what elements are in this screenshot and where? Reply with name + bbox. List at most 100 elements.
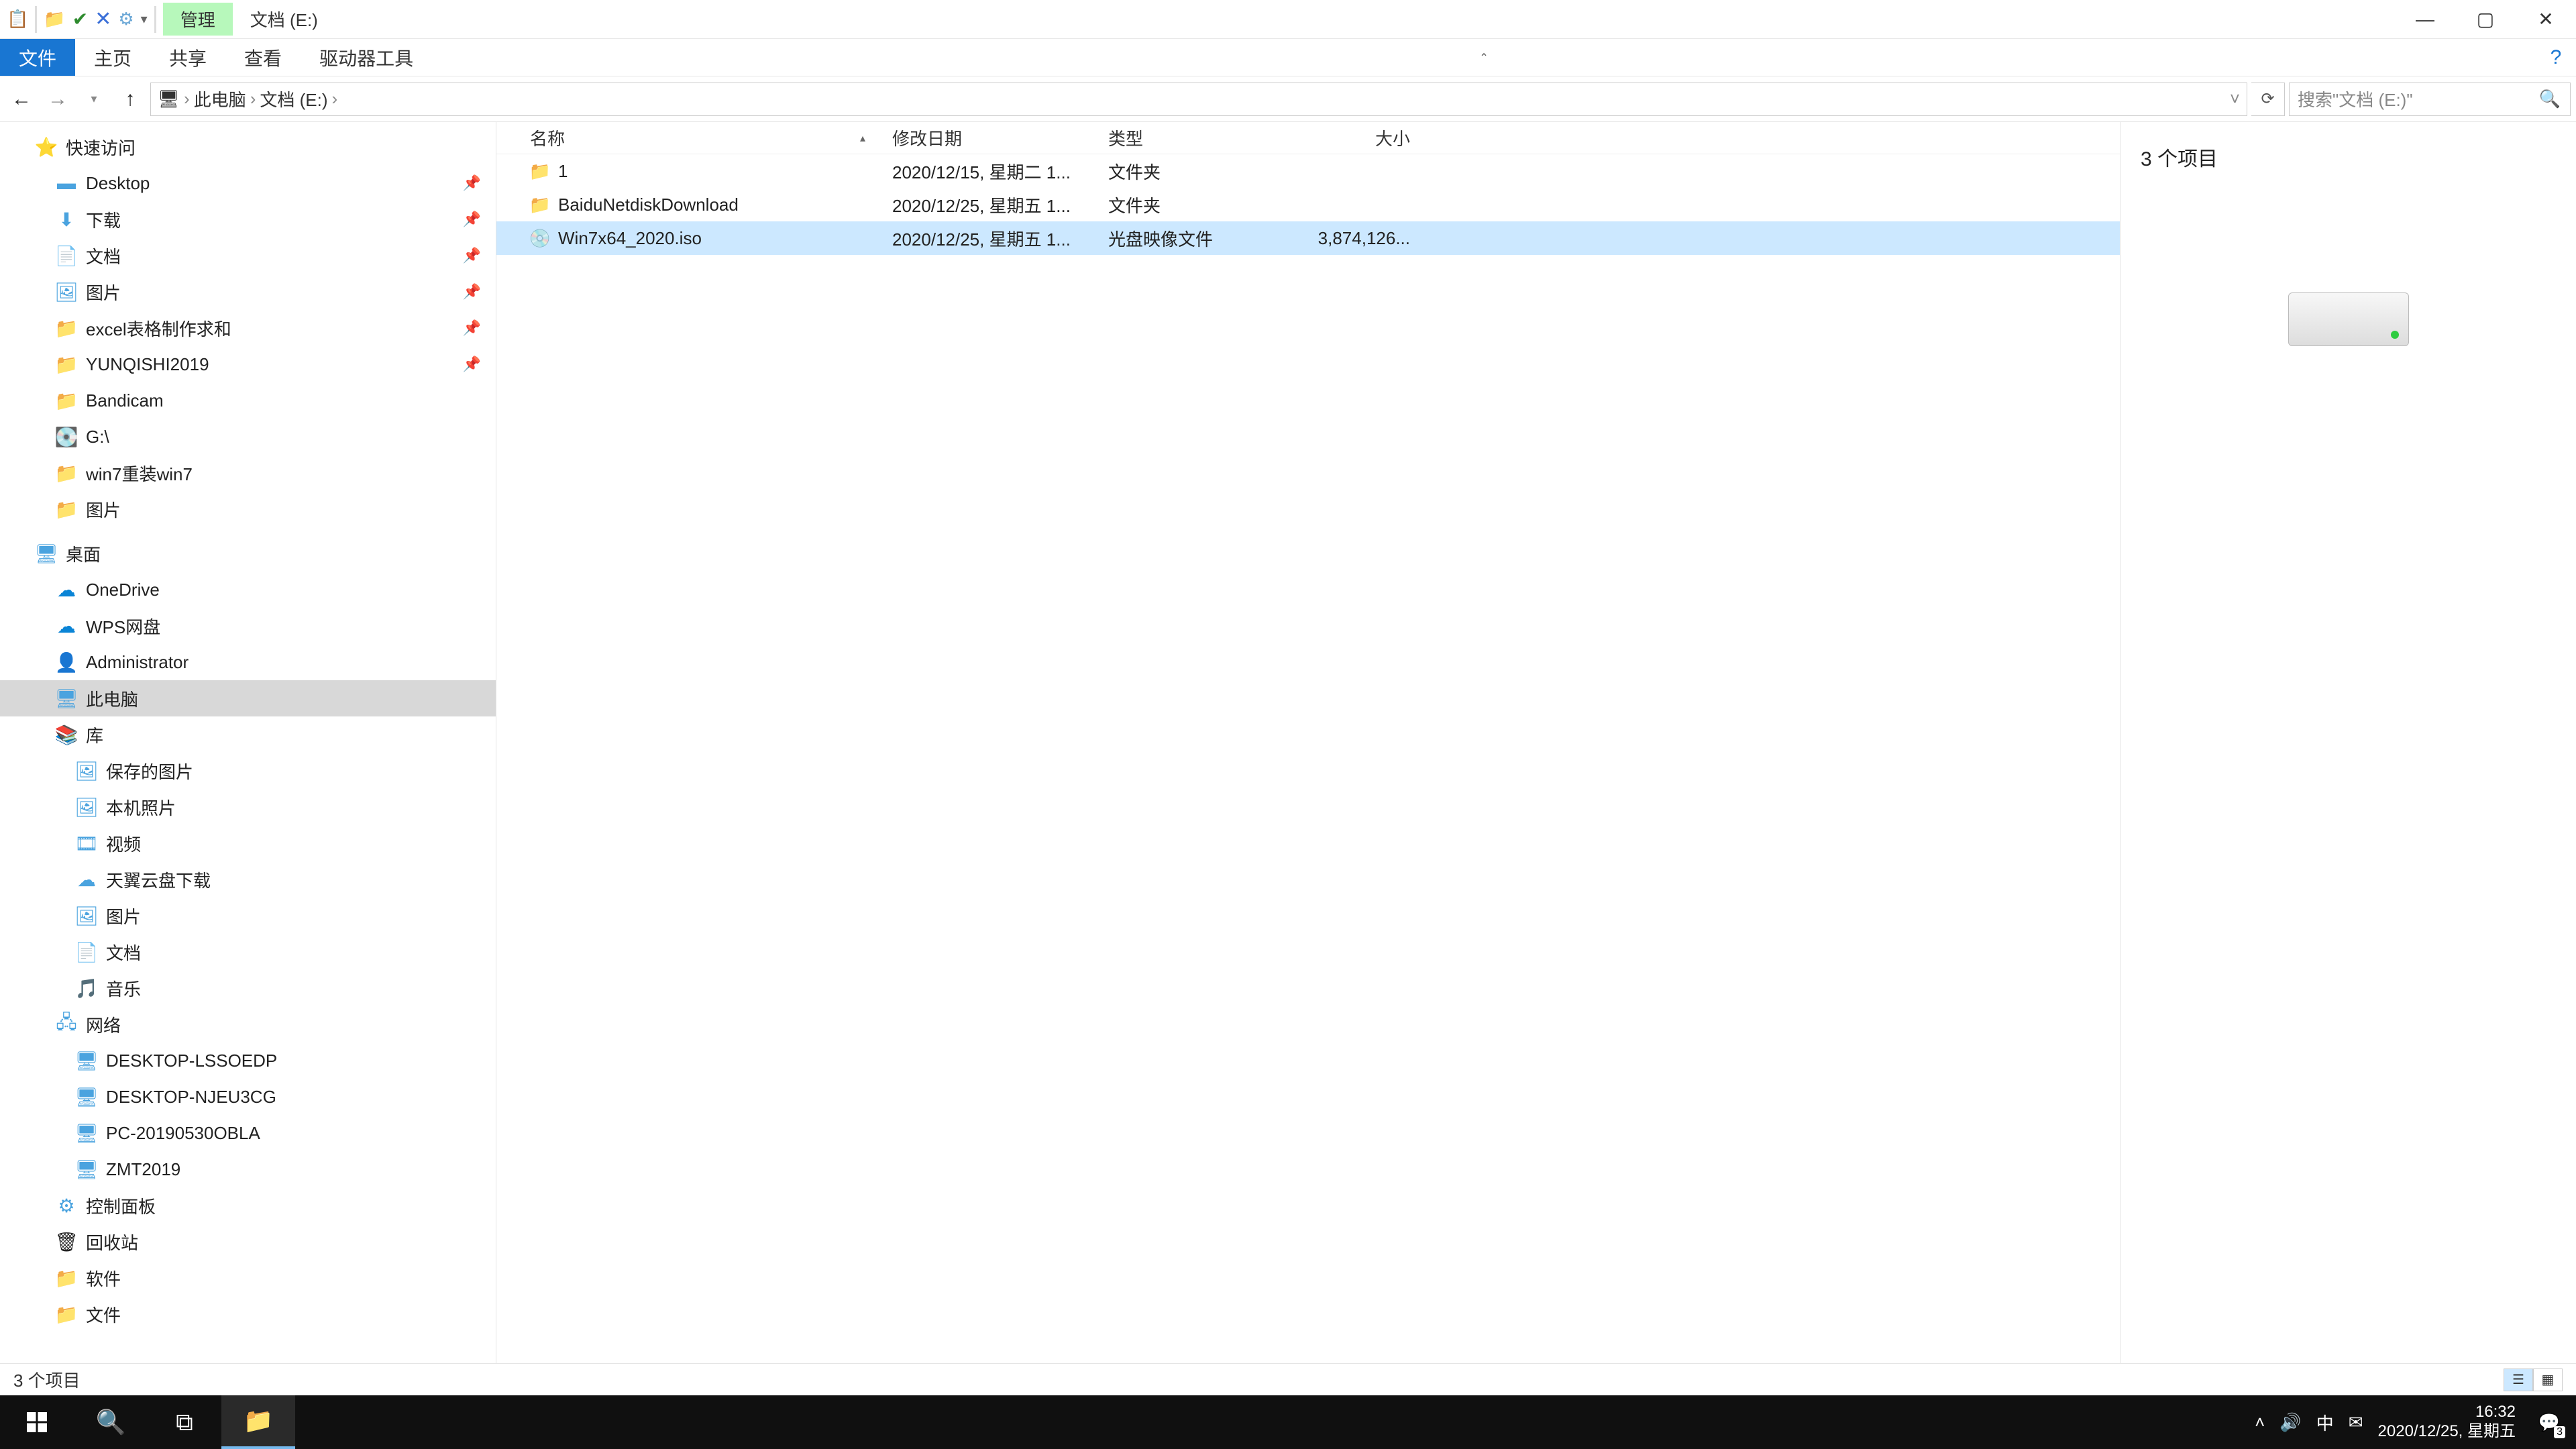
breadcrumb-drive[interactable]: 文档 (E:): [260, 87, 327, 111]
tree-downloads[interactable]: ⬇下载📌: [0, 201, 496, 237]
tree-control-panel[interactable]: ⚙控制面板: [0, 1187, 496, 1224]
recycle-icon: 🗑: [54, 1229, 79, 1254]
ribbon-tab-drivetools[interactable]: 驱动器工具: [301, 39, 432, 76]
tree-tianyi[interactable]: ☁天翼云盘下载: [0, 861, 496, 898]
recent-dropdown-icon[interactable]: ▾: [78, 83, 110, 115]
tree-desktop[interactable]: ▬Desktop📌: [0, 165, 496, 201]
volume-icon[interactable]: 🔊: [2279, 1412, 2301, 1433]
start-button[interactable]: [0, 1395, 74, 1449]
tray-chevron-up-icon[interactable]: ˄: [2255, 1412, 2265, 1433]
view-details-button[interactable]: ☰: [2504, 1368, 2533, 1391]
clock[interactable]: 16:32 2020/12/25, 星期五: [2378, 1403, 2516, 1442]
chevron-right-icon[interactable]: ›: [331, 89, 337, 109]
iso-icon: 💿: [530, 228, 550, 248]
tree-recycle[interactable]: 🗑回收站: [0, 1224, 496, 1260]
tree-docs2[interactable]: 📄文档: [0, 934, 496, 970]
tree-network[interactable]: 🖧网络: [0, 1006, 496, 1042]
tree-music[interactable]: 🎵音乐: [0, 970, 496, 1006]
drive-icon: 💽: [54, 424, 79, 449]
mail-icon[interactable]: ✉: [2349, 1412, 2363, 1433]
breadcrumb-dropdown-icon[interactable]: ˅: [2230, 89, 2240, 109]
tree-pictures2[interactable]: 📁图片: [0, 491, 496, 527]
column-header-size[interactable]: 大小: [1289, 125, 1410, 150]
ribbon-tab-share[interactable]: 共享: [150, 39, 225, 76]
tree-gdrive[interactable]: 💽 G:\: [0, 419, 496, 455]
ribbon-tab-file[interactable]: 文件: [0, 39, 75, 76]
tree-software[interactable]: 📁 软件: [0, 1260, 496, 1296]
tree-win7[interactable]: 📁win7重装win7: [0, 455, 496, 491]
column-header-type[interactable]: 类型: [1108, 125, 1289, 150]
preview-pane: 3 个项目: [2120, 122, 2576, 1363]
folder-icon: 📁: [54, 1265, 79, 1291]
navigation-tree[interactable]: ⭐快速访问 ▬Desktop📌 ⬇下载📌 📄文档📌 🖼图片📌 📁excel表格制…: [0, 122, 496, 1363]
tree-saved-pics[interactable]: 🖼保存的图片: [0, 753, 496, 789]
tree-yunqishi[interactable]: 📁YUNQISHI2019📌: [0, 346, 496, 382]
folder-icon: 📁: [54, 352, 79, 377]
file-row[interactable]: 💿Win7x64_2020.iso2020/12/25, 星期五 1...光盘映…: [496, 221, 2120, 255]
search-input[interactable]: 搜索"文档 (E:)" 🔍: [2289, 83, 2571, 116]
close-icon[interactable]: ✕: [95, 7, 111, 31]
tree-label: G:\: [86, 427, 109, 447]
folder-icon: 📁: [54, 496, 79, 522]
tree-file[interactable]: 📁文件: [0, 1296, 496, 1332]
file-row[interactable]: 📁12020/12/15, 星期二 1...文件夹: [496, 154, 2120, 188]
library-icon: 📚: [54, 722, 79, 747]
folder-icon: 📁: [54, 460, 79, 486]
back-button[interactable]: ←: [5, 83, 38, 115]
tree-label: 软件: [86, 1266, 121, 1291]
tree-admin[interactable]: 👤Administrator: [0, 644, 496, 680]
tree-desktop-lssoedp[interactable]: 🖥DESKTOP-LSSOEDP: [0, 1042, 496, 1079]
tree-onedrive[interactable]: ☁OneDrive: [0, 572, 496, 608]
maximize-button[interactable]: ▢: [2455, 0, 2516, 39]
tree-desktop-cn[interactable]: 🖥桌面: [0, 535, 496, 572]
view-icons-button[interactable]: ▦: [2533, 1368, 2563, 1391]
task-view-button[interactable]: ⧉: [148, 1395, 221, 1449]
minimize-button[interactable]: —: [2395, 0, 2455, 39]
pc-icon: 🖥: [74, 1084, 99, 1110]
help-icon[interactable]: ?: [2536, 39, 2576, 76]
breadcrumb[interactable]: 🖥 › 此电脑 › 文档 (E:) › ˅: [150, 83, 2247, 116]
tree-pics3[interactable]: 🖼图片: [0, 898, 496, 934]
folder-icon[interactable]: 📁: [44, 9, 65, 30]
status-item-count: 3 个项目: [13, 1367, 80, 1392]
tree-zmt[interactable]: 🖥ZMT2019: [0, 1151, 496, 1187]
tree-library[interactable]: 📚库: [0, 716, 496, 753]
search-icon[interactable]: 🔍: [2539, 89, 2561, 109]
ime-icon[interactable]: 中: [2316, 1410, 2334, 1435]
tree-pictures[interactable]: 🖼图片📌: [0, 274, 496, 310]
tree-quick-access[interactable]: ⭐快速访问: [0, 129, 496, 165]
chevron-right-icon[interactable]: ›: [250, 89, 256, 109]
dropdown-icon[interactable]: ▾: [141, 11, 148, 28]
tree-videos[interactable]: 🎞视频: [0, 825, 496, 861]
tree-label: 天翼云盘下载: [106, 867, 211, 892]
forward-button[interactable]: →: [42, 83, 74, 115]
tree-label: Desktop: [86, 173, 150, 194]
tree-desktop-njeu[interactable]: 🖥DESKTOP-NJEU3CG: [0, 1079, 496, 1115]
ribbon: 文件 主页 共享 查看 驱动器工具 ⌃ ?: [0, 39, 2576, 76]
taskbar-explorer-button[interactable]: 📁: [221, 1395, 295, 1449]
chevron-right-icon[interactable]: ›: [184, 89, 190, 109]
tree-excel[interactable]: 📁excel表格制作求和📌: [0, 310, 496, 346]
tree-local-photos[interactable]: 🖼本机照片: [0, 789, 496, 825]
tree-documents[interactable]: 📄文档📌: [0, 237, 496, 274]
column-header-name[interactable]: 名称▴: [496, 125, 892, 150]
tree-bandicam[interactable]: 📁Bandicam: [0, 382, 496, 419]
file-row[interactable]: 📁BaiduNetdiskDownload2020/12/25, 星期五 1..…: [496, 188, 2120, 221]
tab-manage[interactable]: 管理: [163, 3, 233, 36]
tree-thispc[interactable]: 🖥此电脑: [0, 680, 496, 716]
ribbon-tab-home[interactable]: 主页: [75, 39, 150, 76]
ribbon-tab-view[interactable]: 查看: [225, 39, 301, 76]
up-button[interactable]: ↑: [114, 83, 146, 115]
notifications-button[interactable]: 💬3: [2530, 1403, 2568, 1441]
breadcrumb-thispc[interactable]: 此电脑: [194, 87, 246, 111]
tree-wps[interactable]: ☁WPS网盘: [0, 608, 496, 644]
check-icon[interactable]: ✔: [72, 8, 88, 30]
gear-icon[interactable]: ⚙: [118, 9, 133, 30]
column-header-date[interactable]: 修改日期: [892, 125, 1108, 150]
tree-pc2019[interactable]: 🖥PC-20190530OBLA: [0, 1115, 496, 1151]
close-button[interactable]: ✕: [2516, 0, 2576, 39]
window-title: 文档 (E:): [233, 3, 335, 36]
taskbar-search-button[interactable]: 🔍: [74, 1395, 148, 1449]
ribbon-collapse-icon[interactable]: ⌃: [1464, 39, 1504, 76]
refresh-button[interactable]: ⟳: [2251, 83, 2285, 116]
